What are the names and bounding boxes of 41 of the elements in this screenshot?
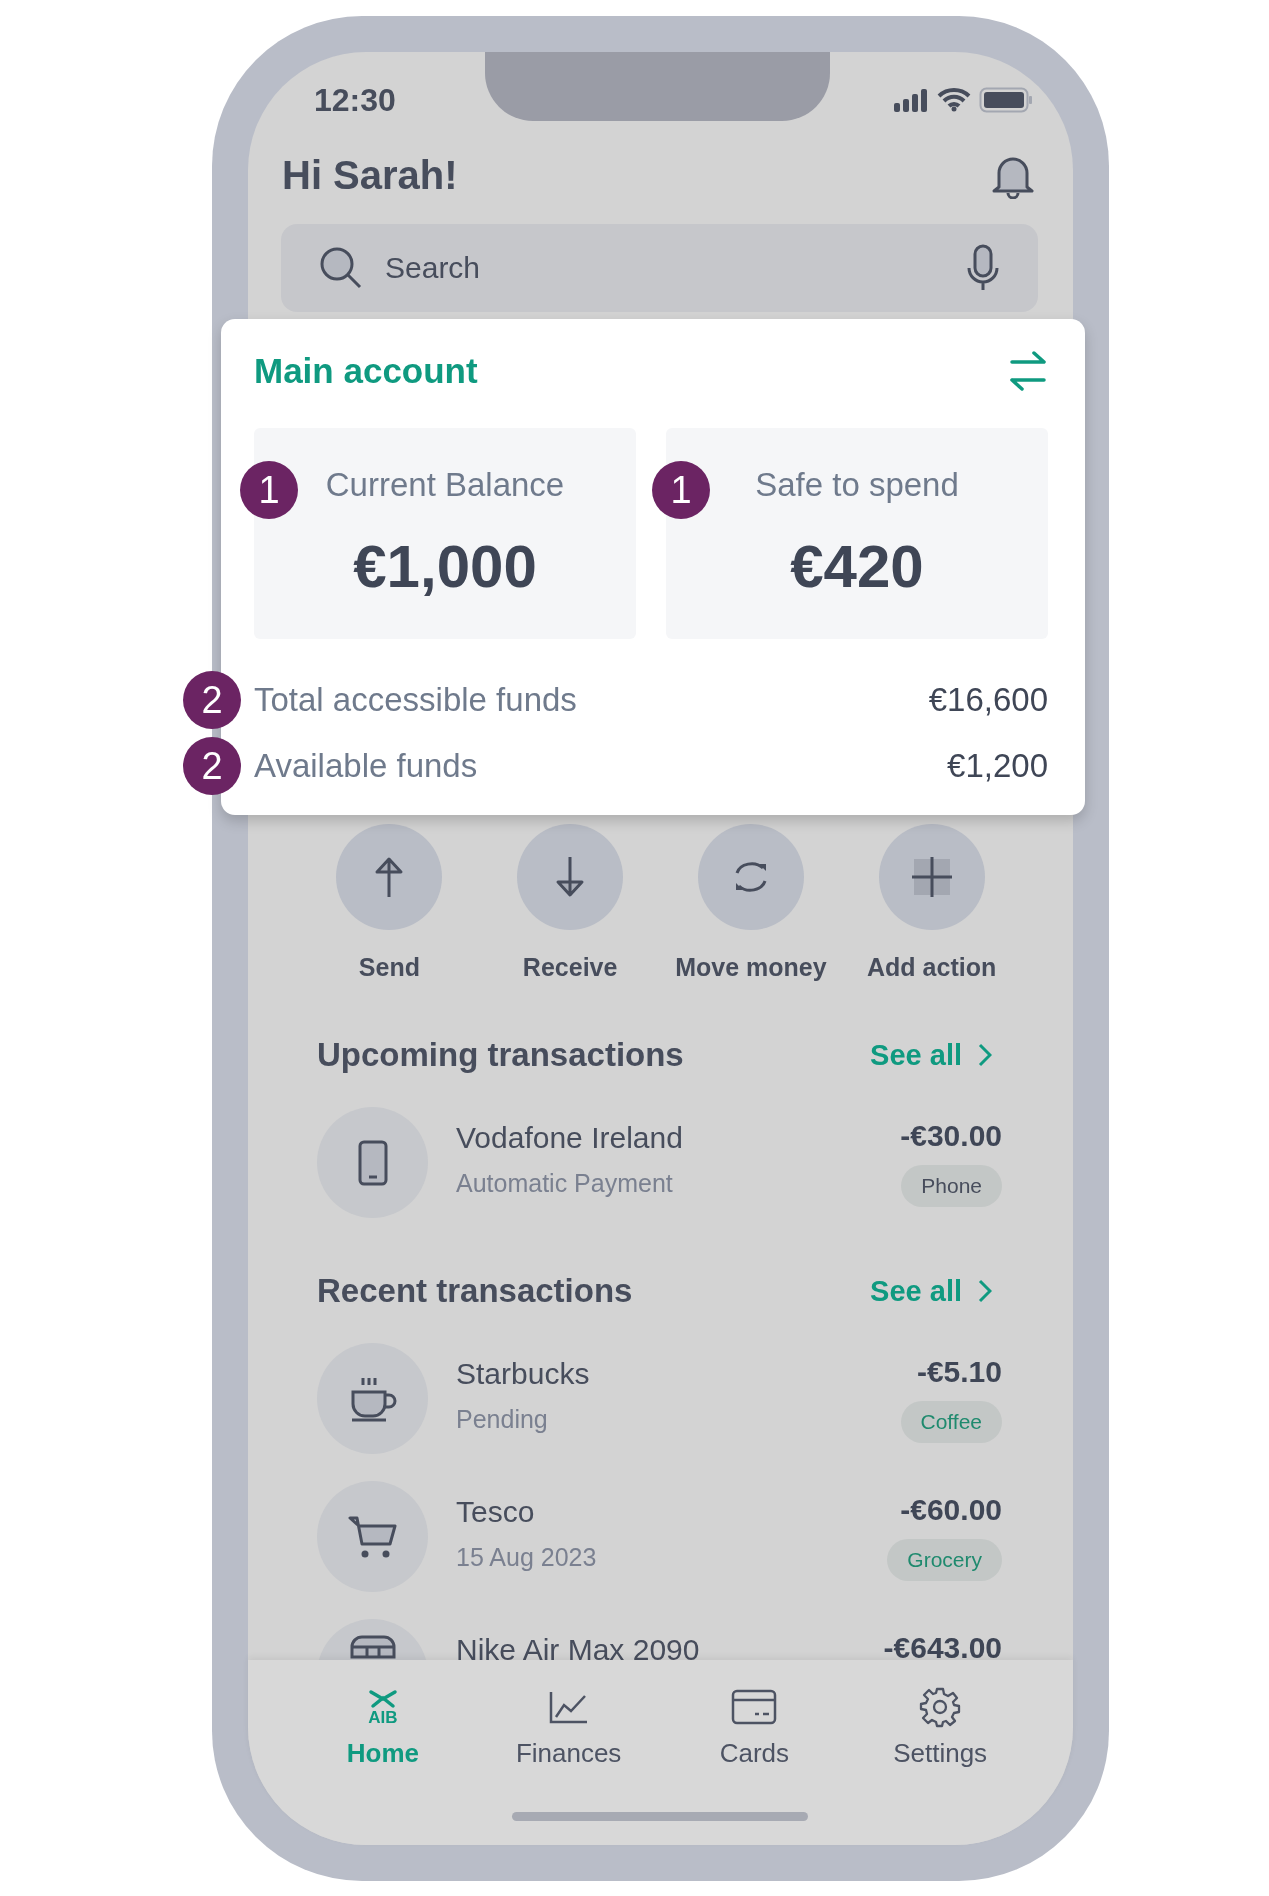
funds-value: €1,200 <box>947 747 1048 785</box>
transaction-name: Nike Air Max 2090 <box>456 1633 701 1660</box>
transaction-amount: -€643.00 <box>883 1631 1002 1660</box>
balance-label: Current Balance <box>325 466 565 504</box>
annotation-badge: 1 <box>240 461 298 519</box>
balance-amount: €420 <box>790 532 924 601</box>
transaction-detail: Pending <box>456 1405 549 1434</box>
category-tag: Phone <box>901 1165 1002 1207</box>
funds-label: Total accessible funds <box>254 681 577 719</box>
search-input[interactable]: Search <box>385 251 944 285</box>
transaction-name: Vodafone Ireland <box>456 1121 684 1155</box>
transaction-amount: -€5.10 <box>916 1355 1002 1389</box>
transaction-detail: Automatic Payment <box>456 1169 674 1198</box>
nav-tab[interactable]: Settings <box>847 1660 1033 1770</box>
transaction-name: Starbucks <box>456 1357 591 1391</box>
balance-amount: €1,000 <box>353 532 537 601</box>
logo: AIB <box>367 1688 398 1726</box>
category-tag: Grocery <box>887 1539 1002 1581</box>
transaction-name: Tesco <box>456 1495 536 1529</box>
funds-label: Available funds <box>254 747 478 785</box>
section-title: Upcoming transactions <box>317 1036 684 1074</box>
section-title: Recent transactions <box>317 1272 633 1310</box>
action-button[interactable]: Receive <box>479 824 661 982</box>
transaction-detail: 15 Aug 2023 <box>456 1543 598 1572</box>
search-field[interactable]: Search <box>281 224 1038 312</box>
action-button[interactable]: Send <box>299 824 480 982</box>
account-title: Main account <box>254 351 478 391</box>
nav-tab[interactable]: Cards <box>661 1660 848 1770</box>
balance-label: Safe to spend <box>755 466 959 504</box>
category-tag: Coffee <box>900 1401 1002 1443</box>
action-button[interactable]: Move money <box>660 824 842 982</box>
annotation-badge: 2 <box>183 737 241 795</box>
transaction-amount: -€60.00 <box>900 1493 1002 1527</box>
annotation-badge: 1 <box>652 461 710 519</box>
transaction-amount: -€30.00 <box>900 1119 1002 1153</box>
funds-value: €16,600 <box>928 681 1048 719</box>
greeting: Hi Sarah! <box>282 152 458 198</box>
status-time: 12:30 <box>314 81 396 119</box>
nav-tab[interactable]: Finances <box>475 1660 662 1770</box>
annotation-badge: 2 <box>183 671 241 729</box>
action-button[interactable]: Add action <box>841 824 1022 982</box>
